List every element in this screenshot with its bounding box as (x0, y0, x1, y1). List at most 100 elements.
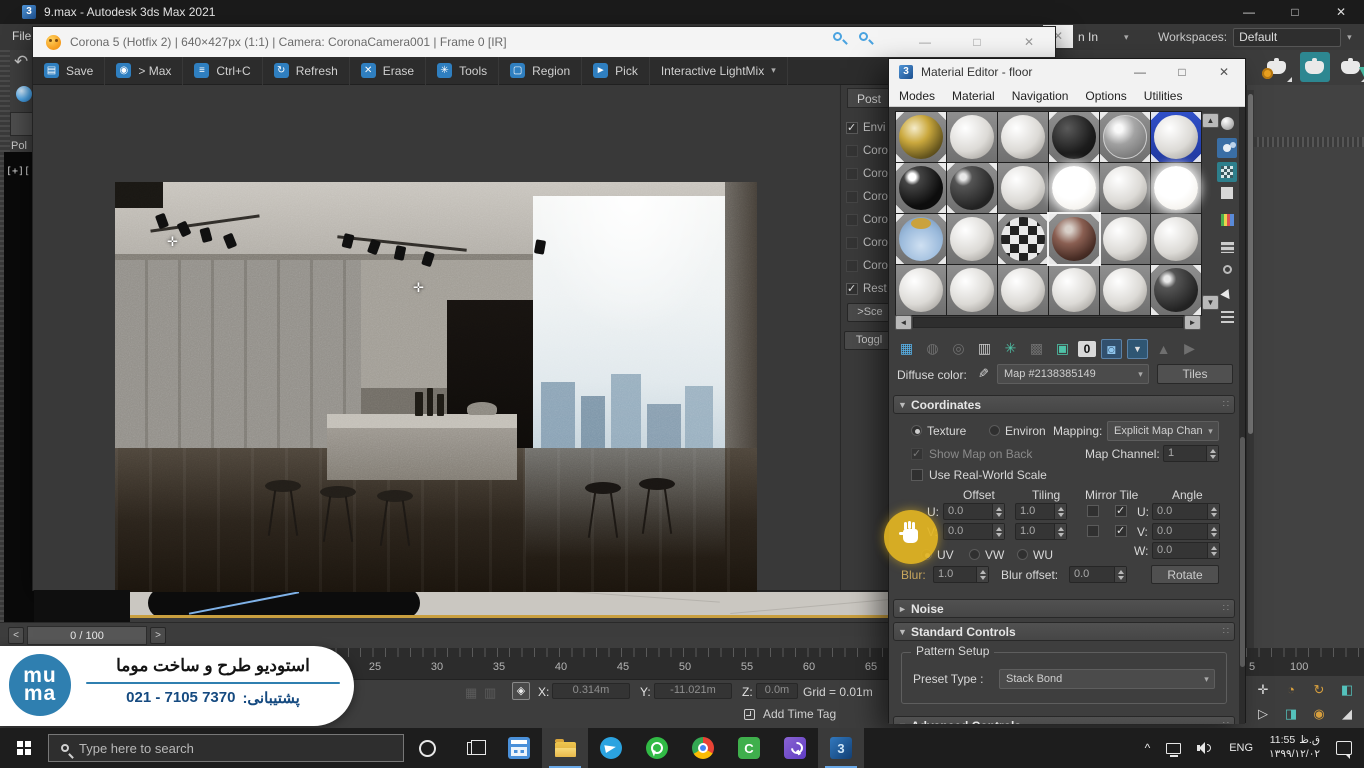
3dsmax-taskbar-button[interactable]: 3 (818, 728, 864, 768)
mirror-v-checkbox[interactable] (1087, 525, 1099, 537)
preset-type-dropdown[interactable]: Stack Bond▾ (999, 669, 1215, 689)
menu-options[interactable]: Options (1085, 89, 1126, 103)
tiling-u-field[interactable]: 1.0 (1015, 503, 1067, 520)
tile-v-checkbox[interactable] (1115, 525, 1127, 537)
material-slot-13[interactable] (896, 214, 946, 264)
viewport-strip[interactable] (130, 592, 888, 618)
close-icon[interactable]: ✕ (1203, 65, 1245, 79)
show-map-on-back-checkbox[interactable] (911, 448, 923, 460)
go-forward-sibling-icon[interactable]: ▶ (1179, 339, 1200, 359)
rollout-coordinates[interactable]: ▼Coordinates∷ (893, 395, 1235, 414)
pan-icon[interactable]: ◨ (1280, 703, 1302, 725)
material-slot-15[interactable] (998, 214, 1048, 264)
put-to-library-icon[interactable]: ▩ (1026, 339, 1047, 359)
render-production-icon[interactable] (1336, 52, 1364, 82)
material-map-navigator-icon[interactable] (1217, 307, 1237, 327)
mapping-dropdown[interactable]: Explicit Map Channel▾ (1107, 421, 1219, 441)
map-channel-field[interactable]: 1 (1163, 445, 1219, 462)
coro-checkbox[interactable] (846, 168, 858, 180)
coro-checkbox[interactable] (846, 191, 858, 203)
chrome-button[interactable] (680, 728, 726, 768)
zoom-out-icon[interactable] (859, 32, 875, 48)
material-slot-16-selected[interactable] (1049, 214, 1099, 264)
video-color-check-icon[interactable] (1217, 210, 1237, 230)
save-button[interactable]: ▤Save (33, 57, 105, 85)
coro-checkbox[interactable] (846, 237, 858, 249)
zoom-extents-icon[interactable]: ↻ (1308, 679, 1330, 701)
minimize-icon[interactable]: — (1226, 0, 1272, 24)
material-slot-4[interactable] (1049, 112, 1099, 162)
zoom-extents-all-icon[interactable]: ◧ (1336, 679, 1358, 701)
pick-button[interactable]: ►Pick (582, 57, 650, 85)
blur-offset-field[interactable]: 0.0 (1069, 566, 1127, 583)
select-by-material-icon[interactable] (1217, 285, 1237, 305)
viewport-label[interactable]: [+][ (6, 166, 30, 177)
zoom-icon[interactable]: ✛ (1252, 679, 1274, 701)
offset-mode-icon[interactable]: ▥ (484, 685, 496, 701)
make-preview-icon[interactable] (1217, 237, 1237, 257)
task-view-button[interactable] (450, 728, 496, 768)
maximize-viewport-icon[interactable]: ◢ (1336, 703, 1358, 725)
tray-chevron-icon[interactable]: ^ (1145, 741, 1151, 755)
angle-u-field[interactable]: 0.0 (1152, 503, 1220, 520)
material-editor-scrollbar[interactable] (1239, 107, 1245, 724)
eyedropper-icon[interactable]: ✎ (974, 368, 990, 379)
tiles-type-button[interactable]: Tiles (1157, 364, 1233, 384)
frame-display[interactable]: 0 / 100 (27, 626, 147, 645)
options-icon[interactable] (1217, 259, 1237, 279)
texture-radio[interactable] (911, 425, 922, 436)
material-slot-19[interactable] (896, 265, 946, 315)
backlight-icon[interactable] (1217, 138, 1237, 158)
minimize-icon[interactable]: — (899, 35, 951, 49)
tools-button[interactable]: ✳Tools (426, 57, 499, 85)
put-to-scene-icon[interactable]: ◍ (922, 339, 943, 359)
menu-navigation[interactable]: Navigation (1012, 89, 1069, 103)
material-slot-5[interactable] (1100, 112, 1150, 162)
material-slot-11[interactable] (1100, 163, 1150, 213)
show-end-result-icon[interactable]: ▼ (1127, 339, 1148, 359)
scroll-left-icon[interactable]: ◄ (895, 315, 912, 330)
show-background-icon[interactable]: ◙ (1101, 339, 1122, 359)
toggle-button[interactable]: Toggl (844, 331, 894, 350)
refresh-button[interactable]: ↻Refresh (263, 57, 350, 85)
reset-map-icon[interactable]: ▥ (974, 339, 995, 359)
material-slot-12[interactable] (1151, 163, 1201, 213)
material-slot-24[interactable] (1151, 265, 1201, 315)
material-slot-2[interactable] (947, 112, 997, 162)
z-coordinate-field[interactable]: 0.0m (756, 683, 798, 699)
file-menu[interactable]: File (12, 29, 31, 43)
material-slot-3[interactable] (998, 112, 1048, 162)
material-slot-6[interactable] (1151, 112, 1201, 162)
menu-modes[interactable]: Modes (899, 89, 935, 103)
help-lightbulb-icon[interactable] (16, 86, 32, 102)
use-real-world-checkbox[interactable] (911, 469, 923, 481)
render-setup-icon[interactable] (1262, 52, 1292, 82)
next-frame-button[interactable]: > (150, 627, 166, 644)
rendered-frame-window-icon[interactable] (1300, 52, 1330, 82)
close-icon[interactable]: ✕ (1318, 0, 1364, 24)
close-icon[interactable]: ✕ (1003, 35, 1055, 49)
material-slot-8[interactable] (947, 163, 997, 213)
get-material-icon[interactable]: ▦ (896, 339, 917, 359)
maximize-icon[interactable]: □ (1161, 65, 1203, 79)
material-slot-18[interactable] (1151, 214, 1201, 264)
offset-u-field[interactable]: 0.0 (943, 503, 1005, 520)
region-button[interactable]: ▢Region (499, 57, 582, 85)
network-icon[interactable] (1166, 743, 1181, 754)
scene-button[interactable]: >Sce (847, 303, 893, 322)
y-coordinate-field[interactable]: -11.021m (654, 683, 732, 699)
clock[interactable]: 11:55ق.ظ ۱۳۹۹/۱۲/۰۲ (1269, 734, 1320, 761)
background-icon[interactable] (1217, 162, 1237, 182)
vw-radio[interactable] (969, 549, 980, 560)
field-of-view-icon[interactable]: ▷ (1252, 703, 1274, 725)
coro-checkbox[interactable] (846, 214, 858, 226)
x-coordinate-field[interactable]: 0.314m (552, 683, 630, 699)
selection-lock-icon[interactable]: ▦ (465, 685, 477, 701)
undo-icon[interactable]: ↶ (14, 52, 28, 72)
horizontal-scrollbar[interactable] (913, 317, 1183, 328)
corona-titlebar[interactable]: Corona 5 (Hotfix 2) | 640×427px (1:1) | … (33, 27, 1055, 57)
persian-app-button[interactable] (772, 728, 818, 768)
material-slot-23[interactable] (1100, 265, 1150, 315)
absolute-mode-icon[interactable]: ◈ (512, 682, 530, 700)
make-unique-icon[interactable]: ✳ (1000, 339, 1021, 359)
